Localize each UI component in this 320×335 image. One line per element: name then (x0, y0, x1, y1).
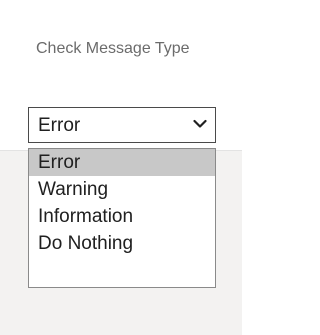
select-value: Error (38, 115, 81, 136)
option-warning[interactable]: Warning (29, 176, 215, 203)
option-do-nothing[interactable]: Do Nothing (29, 230, 215, 257)
dropdown-list: Error Warning Information Do Nothing (28, 148, 216, 288)
field-label: Check Message Type (36, 40, 190, 57)
option-error[interactable]: Error (29, 149, 215, 176)
option-information[interactable]: Information (29, 203, 215, 230)
check-message-type-select[interactable]: Error (28, 107, 216, 143)
chevron-down-icon (193, 119, 207, 128)
